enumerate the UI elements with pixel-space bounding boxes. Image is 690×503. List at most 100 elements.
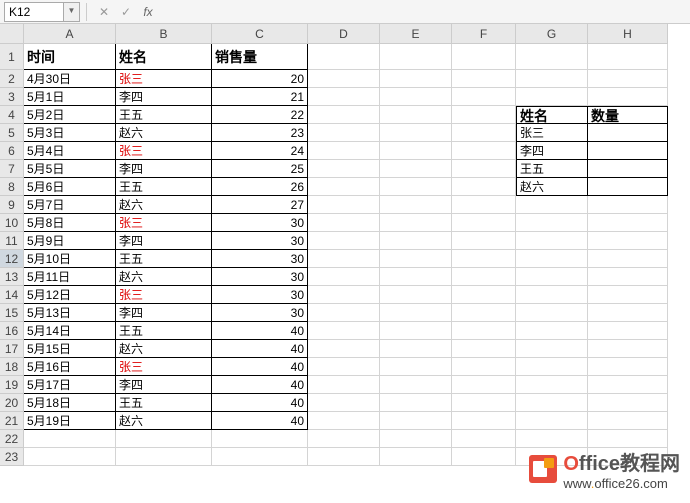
cell[interactable] bbox=[516, 196, 588, 214]
side-cell-name[interactable]: 张三 bbox=[516, 124, 588, 142]
cell[interactable] bbox=[588, 70, 668, 88]
cell-header-time[interactable]: 时间 bbox=[24, 44, 116, 70]
cell-value[interactable]: 30 bbox=[212, 268, 308, 286]
cell-value[interactable]: 22 bbox=[212, 106, 308, 124]
cell-name[interactable]: 李四 bbox=[116, 304, 212, 322]
cell[interactable] bbox=[516, 304, 588, 322]
cell-value[interactable]: 40 bbox=[212, 412, 308, 430]
cell-name[interactable]: 张三 bbox=[116, 286, 212, 304]
cell-date[interactable]: 5月18日 bbox=[24, 394, 116, 412]
cell[interactable] bbox=[588, 88, 668, 106]
row-header[interactable]: 20 bbox=[0, 394, 24, 412]
cell[interactable] bbox=[24, 430, 116, 448]
cell[interactable] bbox=[516, 340, 588, 358]
row-header[interactable]: 2 bbox=[0, 70, 24, 88]
cell[interactable] bbox=[452, 214, 516, 232]
cell[interactable] bbox=[380, 286, 452, 304]
row-header[interactable]: 15 bbox=[0, 304, 24, 322]
cell[interactable] bbox=[308, 322, 380, 340]
cell-name[interactable]: 王五 bbox=[116, 178, 212, 196]
cell[interactable] bbox=[452, 106, 516, 124]
cell[interactable] bbox=[308, 340, 380, 358]
cell[interactable] bbox=[588, 394, 668, 412]
col-header-G[interactable]: G bbox=[516, 24, 588, 44]
cell[interactable] bbox=[308, 376, 380, 394]
cell[interactable] bbox=[308, 88, 380, 106]
cell[interactable] bbox=[308, 160, 380, 178]
cell-name[interactable]: 赵六 bbox=[116, 124, 212, 142]
cell[interactable] bbox=[588, 286, 668, 304]
col-header-F[interactable]: F bbox=[452, 24, 516, 44]
cell-value[interactable]: 20 bbox=[212, 70, 308, 88]
cell[interactable] bbox=[588, 268, 668, 286]
cell-value[interactable]: 30 bbox=[212, 232, 308, 250]
cell-date[interactable]: 5月15日 bbox=[24, 340, 116, 358]
cancel-icon[interactable]: ✕ bbox=[95, 3, 113, 21]
side-cell-name[interactable]: 赵六 bbox=[516, 178, 588, 196]
col-header-E[interactable]: E bbox=[380, 24, 452, 44]
cell[interactable] bbox=[452, 304, 516, 322]
cell[interactable] bbox=[308, 430, 380, 448]
cell[interactable] bbox=[380, 322, 452, 340]
cell-value[interactable]: 25 bbox=[212, 160, 308, 178]
side-cell-qty[interactable] bbox=[588, 178, 668, 196]
cell-name[interactable]: 张三 bbox=[116, 70, 212, 88]
cell-date[interactable]: 5月13日 bbox=[24, 304, 116, 322]
row-header[interactable]: 11 bbox=[0, 232, 24, 250]
row-header[interactable]: 5 bbox=[0, 124, 24, 142]
cell-date[interactable]: 5月2日 bbox=[24, 106, 116, 124]
formula-input[interactable] bbox=[159, 2, 690, 22]
cell-value[interactable]: 26 bbox=[212, 178, 308, 196]
cell[interactable] bbox=[516, 322, 588, 340]
cell[interactable] bbox=[452, 88, 516, 106]
cell[interactable] bbox=[308, 358, 380, 376]
cell[interactable] bbox=[452, 286, 516, 304]
cell[interactable] bbox=[308, 250, 380, 268]
cell[interactable] bbox=[308, 412, 380, 430]
cell-value[interactable]: 30 bbox=[212, 304, 308, 322]
cell-date[interactable]: 5月12日 bbox=[24, 286, 116, 304]
cell[interactable] bbox=[516, 44, 588, 70]
cell-date[interactable]: 5月7日 bbox=[24, 196, 116, 214]
cell[interactable] bbox=[588, 322, 668, 340]
cell-value[interactable]: 40 bbox=[212, 394, 308, 412]
cell[interactable] bbox=[452, 394, 516, 412]
cell-date[interactable]: 5月1日 bbox=[24, 88, 116, 106]
cell-value[interactable]: 24 bbox=[212, 142, 308, 160]
cell[interactable] bbox=[308, 44, 380, 70]
cell-name[interactable]: 李四 bbox=[116, 88, 212, 106]
cell[interactable] bbox=[588, 430, 668, 448]
cell[interactable] bbox=[380, 394, 452, 412]
cell-date[interactable]: 5月5日 bbox=[24, 160, 116, 178]
row-header[interactable]: 18 bbox=[0, 358, 24, 376]
cell[interactable] bbox=[380, 214, 452, 232]
cell[interactable] bbox=[308, 106, 380, 124]
row-header[interactable]: 13 bbox=[0, 268, 24, 286]
row-header[interactable]: 3 bbox=[0, 88, 24, 106]
side-cell-qty[interactable] bbox=[588, 124, 668, 142]
cell-header-qty[interactable]: 销售量 bbox=[212, 44, 308, 70]
cell[interactable] bbox=[308, 178, 380, 196]
cell[interactable] bbox=[516, 286, 588, 304]
cell-name[interactable]: 王五 bbox=[116, 106, 212, 124]
cell[interactable] bbox=[516, 358, 588, 376]
side-header-name[interactable]: 姓名 bbox=[516, 106, 588, 124]
cell[interactable] bbox=[452, 358, 516, 376]
cell-date[interactable]: 5月4日 bbox=[24, 142, 116, 160]
cell[interactable] bbox=[308, 232, 380, 250]
cell[interactable] bbox=[516, 394, 588, 412]
cell[interactable] bbox=[588, 376, 668, 394]
cell-name[interactable]: 赵六 bbox=[116, 268, 212, 286]
cell[interactable] bbox=[452, 124, 516, 142]
cell[interactable] bbox=[516, 70, 588, 88]
cell-name[interactable]: 张三 bbox=[116, 358, 212, 376]
row-header[interactable]: 7 bbox=[0, 160, 24, 178]
cell-date[interactable]: 5月17日 bbox=[24, 376, 116, 394]
cell[interactable] bbox=[308, 304, 380, 322]
cell[interactable] bbox=[380, 106, 452, 124]
cell-value[interactable]: 30 bbox=[212, 286, 308, 304]
cell[interactable] bbox=[380, 358, 452, 376]
row-header[interactable]: 17 bbox=[0, 340, 24, 358]
cell[interactable] bbox=[588, 196, 668, 214]
cell-value[interactable]: 30 bbox=[212, 214, 308, 232]
